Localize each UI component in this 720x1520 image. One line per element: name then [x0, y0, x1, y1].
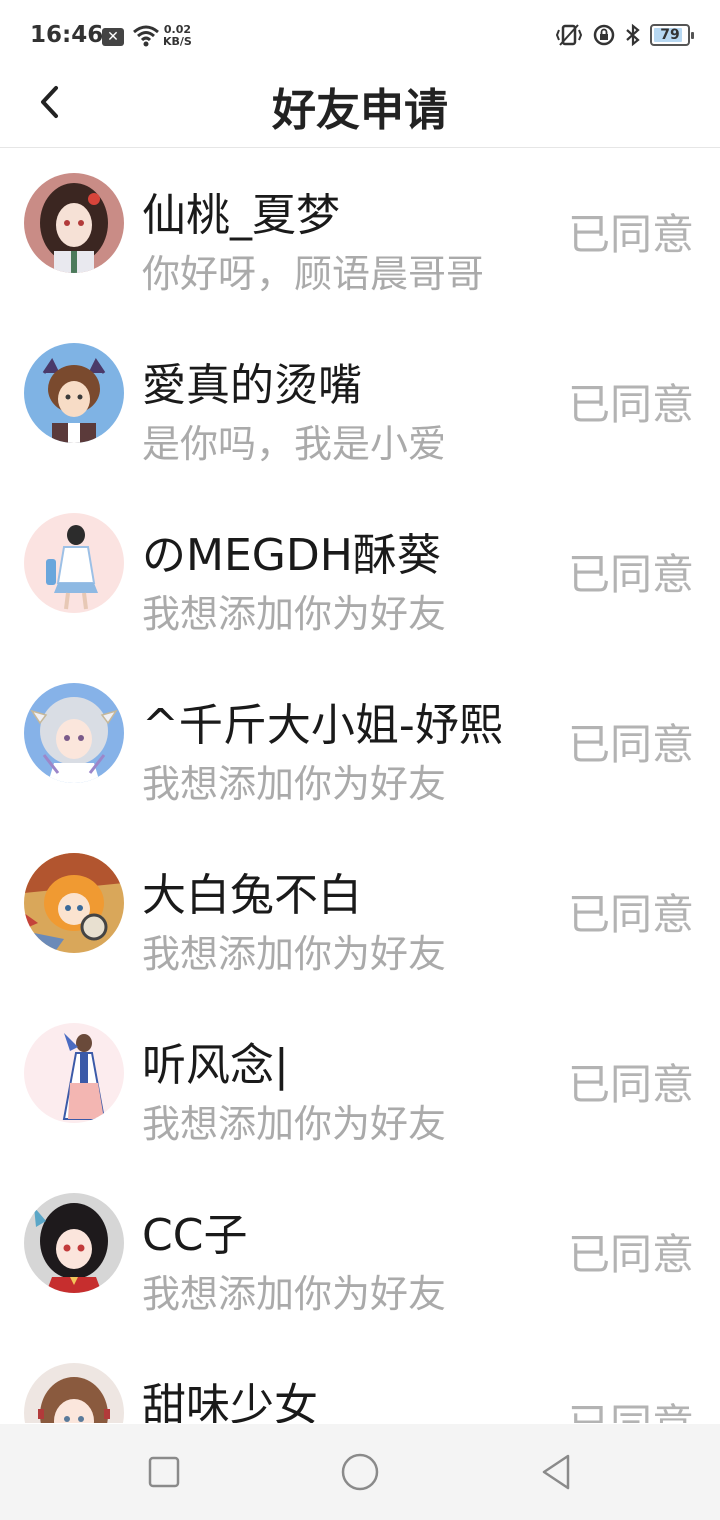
- avatar[interactable]: [24, 1363, 124, 1423]
- avatar[interactable]: [24, 513, 124, 613]
- request-message: 我想添加你为好友: [142, 1102, 447, 1146]
- friend-request-row[interactable]: 仙桃_夏梦 你好呀，顾语晨哥哥 已同意: [0, 149, 720, 319]
- request-message: 我想添加你为好友: [142, 1272, 447, 1316]
- bluetooth-icon: [626, 23, 640, 47]
- friend-request-row[interactable]: 愛真的烫嘴 是你吗，我是小爱 已同意: [0, 319, 720, 489]
- friend-request-row[interactable]: 大白兔不白 我想添加你为好友 已同意: [0, 829, 720, 999]
- request-status: 已同意: [567, 210, 694, 259]
- avatar[interactable]: [24, 1023, 124, 1123]
- requester-name: 大白兔不白: [142, 870, 362, 921]
- battery-level: 79: [660, 27, 680, 43]
- request-status: 已同意: [567, 890, 694, 939]
- request-status: 已同意: [568, 1391, 694, 1423]
- network-speed: 0.02 KB/S: [163, 24, 192, 48]
- friend-request-row[interactable]: 听风念| 我想添加你为好友 已同意: [0, 999, 720, 1169]
- wifi-icon: [133, 25, 159, 47]
- request-status: 已同意: [567, 1230, 694, 1279]
- square-icon: [148, 1456, 180, 1488]
- avatar[interactable]: [24, 683, 124, 783]
- friend-request-row[interactable]: 甜味少女 已同意: [0, 1339, 720, 1423]
- avatar[interactable]: [24, 173, 124, 273]
- request-message: 我想添加你为好友: [142, 932, 447, 976]
- system-navigation-bar: [0, 1424, 720, 1520]
- request-status: 已同意: [567, 720, 694, 769]
- request-message: 是你吗，我是小爱: [142, 422, 447, 466]
- status-bar: 16:46 ✕ 0.02 KB/S 79: [0, 0, 720, 70]
- request-status: 已同意: [567, 1060, 694, 1109]
- rotation-lock-icon: [593, 24, 615, 46]
- friend-request-list[interactable]: 仙桃_夏梦 你好呀，顾语晨哥哥 已同意 愛真的烫嘴 是你吗，我是小爱 已同意 の…: [0, 149, 720, 1423]
- triangle-back-icon: [542, 1454, 570, 1490]
- friend-request-row[interactable]: のMEGDH酥葵 我想添加你为好友 已同意: [0, 489, 720, 659]
- vibrate-icon: [555, 24, 583, 46]
- recents-button[interactable]: [142, 1450, 186, 1494]
- requester-name: ^千斤大小姐-妤熙: [142, 700, 503, 751]
- request-status: 已同意: [567, 550, 694, 599]
- requester-name: CC子: [142, 1210, 248, 1261]
- page-title: 好友申请: [272, 85, 448, 136]
- friend-request-row[interactable]: CC子 我想添加你为好友 已同意: [0, 1169, 720, 1339]
- request-message: 你好呀，顾语晨哥哥: [142, 252, 485, 296]
- requester-name: 听风念|: [142, 1040, 289, 1091]
- battery-icon: 79: [650, 24, 694, 46]
- requester-name: 愛真的烫嘴: [142, 360, 362, 411]
- friend-request-row[interactable]: ^千斤大小姐-妤熙 我想添加你为好友 已同意: [0, 659, 720, 829]
- request-message: 我想添加你为好友: [142, 592, 447, 636]
- avatar[interactable]: [24, 853, 124, 953]
- network-speed-unit: KB/S: [163, 35, 192, 48]
- notification-x-icon: ✕: [102, 28, 124, 46]
- requester-name: のMEGDH酥葵: [142, 530, 441, 581]
- status-icons: 79: [554, 23, 694, 47]
- status-time: 16:46: [30, 22, 104, 48]
- request-message: 我想添加你为好友: [142, 762, 447, 806]
- avatar[interactable]: [24, 1193, 124, 1293]
- requester-name: 甜味少女: [142, 1380, 318, 1423]
- home-button[interactable]: [338, 1450, 382, 1494]
- circle-icon: [341, 1453, 379, 1491]
- header: 好友申请: [0, 70, 720, 148]
- requester-name: 仙桃_夏梦: [142, 190, 340, 241]
- avatar[interactable]: [24, 343, 124, 443]
- back-nav-button[interactable]: [534, 1450, 578, 1494]
- request-status: 已同意: [567, 380, 694, 429]
